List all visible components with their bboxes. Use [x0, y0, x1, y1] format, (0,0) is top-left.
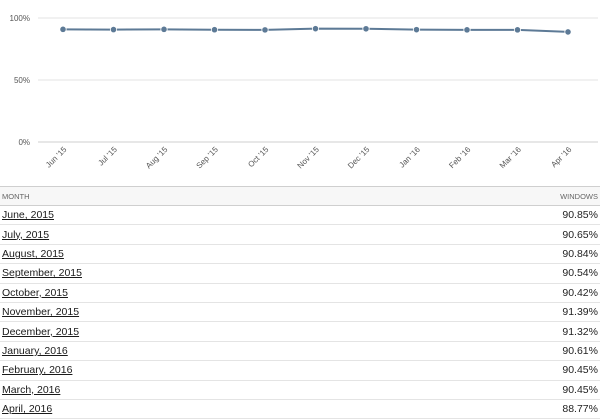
windows-value-cell: 90.84% — [420, 244, 600, 265]
table-row: October, 2015 90.42% — [0, 283, 600, 303]
data-point[interactable] — [463, 26, 471, 34]
windows-value-cell: 90.85% — [420, 205, 600, 226]
windows-value-cell: 90.45% — [420, 380, 600, 400]
month-cell: November, 2015 — [0, 302, 420, 323]
line-chart: 0% 50% 100% Jun '15 Jul '15 Aug '15 Sep '15 Oct… — [0, 0, 600, 186]
month-link[interactable]: February, 2016 — [2, 364, 72, 376]
month-link[interactable]: August, 2015 — [2, 248, 64, 260]
table-row: March, 2016 90.45% — [0, 380, 600, 400]
month-cell: December, 2015 — [0, 321, 420, 342]
month-link[interactable]: July, 2015 — [2, 229, 49, 241]
month-cell: October, 2015 — [0, 283, 420, 303]
x-tick-label: Nov '15 — [296, 145, 322, 171]
data-point[interactable] — [160, 25, 168, 33]
y-tick-label: 100% — [10, 14, 30, 23]
month-cell: February, 2016 — [0, 360, 420, 381]
month-link[interactable]: January, 2016 — [2, 345, 68, 357]
month-link[interactable]: April, 2016 — [2, 403, 52, 415]
month-cell: September, 2015 — [0, 263, 420, 284]
x-tick-label: Apr '16 — [549, 145, 574, 170]
month-cell: August, 2015 — [0, 244, 420, 265]
table-row: September, 2015 90.54% — [0, 263, 600, 284]
data-point[interactable] — [59, 25, 67, 33]
month-cell: April, 2016 — [0, 399, 420, 420]
table-row: November, 2015 91.39% — [0, 302, 600, 323]
x-tick-label: Feb '16 — [447, 145, 472, 170]
windows-value-cell: 91.32% — [420, 321, 600, 342]
chart-svg: 0% 50% 100% Jun '15 Jul '15 Aug '15 Sep '15 Oct… — [10, 14, 598, 171]
data-point[interactable] — [412, 26, 421, 34]
data-point[interactable] — [362, 25, 370, 33]
windows-value-cell: 90.65% — [420, 224, 600, 245]
table-row: April, 2016 88.77% — [0, 399, 600, 420]
data-point[interactable] — [311, 25, 320, 33]
month-link[interactable]: March, 2016 — [2, 384, 60, 396]
x-tick-label: Dec '15 — [346, 145, 372, 171]
month-link[interactable]: June, 2015 — [2, 209, 54, 221]
month-link[interactable]: November, 2015 — [2, 306, 79, 318]
data-point[interactable] — [109, 25, 118, 34]
windows-value-cell: 90.61% — [420, 341, 600, 362]
data-point[interactable] — [564, 28, 572, 36]
table-row: August, 2015 90.84% — [0, 244, 600, 265]
x-tick-label: Jun '15 — [44, 145, 69, 170]
x-tick-label: Aug '15 — [144, 145, 170, 171]
data-table: MONTH WINDOWS June, 2015 90.85% July, 2015… — [0, 186, 600, 420]
table-row: January, 2016 90.61% — [0, 341, 600, 362]
month-link[interactable]: September, 2015 — [2, 267, 82, 279]
windows-value-cell: 91.39% — [420, 302, 600, 323]
x-tick-label: Mar '16 — [498, 145, 523, 170]
data-point[interactable] — [513, 26, 522, 34]
month-cell: June, 2015 — [0, 205, 420, 226]
windows-value-cell: 90.45% — [420, 360, 600, 381]
table-row: December, 2015 91.32% — [0, 321, 600, 342]
month-column-header: MONTH — [0, 186, 420, 206]
data-point[interactable] — [261, 26, 269, 34]
y-tick-label: 50% — [14, 76, 30, 85]
table-row: June, 2015 90.85% — [0, 205, 600, 226]
table-row: July, 2015 90.65% — [0, 224, 600, 245]
data-point[interactable] — [210, 26, 219, 34]
month-link[interactable]: December, 2015 — [2, 326, 79, 338]
windows-value-cell: 90.42% — [420, 283, 600, 303]
x-tick-label: Jul '15 — [96, 145, 119, 168]
x-tick-label: Oct '15 — [246, 145, 270, 169]
windows-value-cell: 90.54% — [420, 263, 600, 284]
windows-value-cell: 88.77% — [420, 399, 600, 420]
x-tick-label: Sep '15 — [195, 145, 221, 171]
y-tick-label: 0% — [18, 138, 30, 147]
windows-column-header: WINDOWS — [420, 186, 600, 206]
month-cell: January, 2016 — [0, 341, 420, 362]
month-link[interactable]: October, 2015 — [2, 287, 68, 299]
month-cell: July, 2015 — [0, 224, 420, 245]
month-cell: March, 2016 — [0, 380, 420, 400]
table-row: February, 2016 90.45% — [0, 360, 600, 381]
table-header-row: MONTH WINDOWS — [0, 186, 600, 206]
x-tick-label: Jan '16 — [397, 145, 422, 170]
